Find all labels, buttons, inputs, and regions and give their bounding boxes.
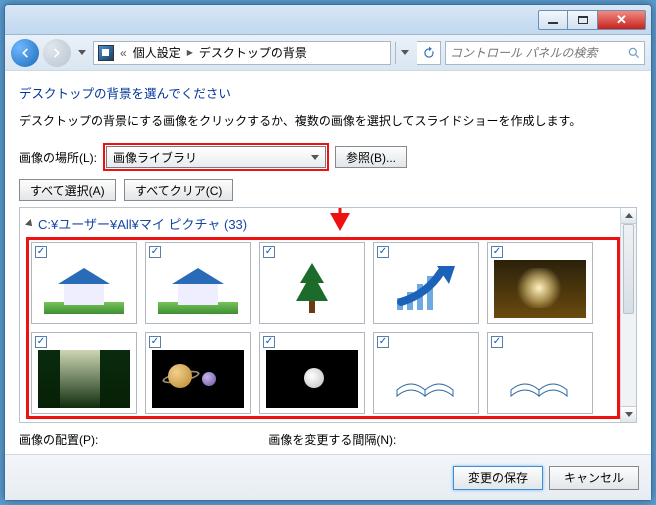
breadcrumb-item-personalization[interactable]: 個人設定 bbox=[133, 44, 181, 61]
location-label: 画像の場所(L): bbox=[19, 149, 97, 166]
dropdown-caret-icon bbox=[311, 155, 319, 160]
refresh-button[interactable] bbox=[417, 41, 441, 65]
thumbnail-checkbox[interactable] bbox=[263, 336, 275, 348]
select-all-button[interactable]: すべて選択(A) bbox=[19, 179, 116, 201]
nav-back-button[interactable] bbox=[11, 39, 39, 67]
wallpaper-thumbnail[interactable] bbox=[145, 242, 251, 324]
browse-button[interactable]: 参照(B)... bbox=[335, 146, 407, 168]
wallpaper-thumbnail[interactable] bbox=[259, 242, 365, 324]
maximize-button[interactable] bbox=[568, 10, 598, 30]
titlebar: ✕ bbox=[5, 5, 651, 35]
location-selected-value: 画像ライブラリ bbox=[113, 149, 197, 166]
breadcrumb-item-desktop-background[interactable]: デスクトップの背景 bbox=[199, 44, 307, 61]
thumbnail-checkbox[interactable] bbox=[149, 246, 161, 258]
below-options-row: 画像の配置(P): 画像を変更する間隔(N): bbox=[19, 423, 637, 448]
folder-path: C:¥ユーザー¥All¥マイ ピクチャ (33) bbox=[38, 214, 247, 233]
location-select-highlight: 画像ライブラリ bbox=[103, 143, 329, 171]
window-controls: ✕ bbox=[538, 10, 651, 30]
thumbnail-highlight bbox=[26, 237, 620, 419]
search-box[interactable] bbox=[445, 41, 645, 65]
collapse-toggle[interactable] bbox=[25, 219, 35, 229]
breadcrumb-sep-icon: ▶ bbox=[185, 48, 195, 57]
nav-forward-button[interactable] bbox=[43, 39, 71, 67]
thumbnail-checkbox[interactable] bbox=[263, 246, 275, 258]
caret-down-icon bbox=[401, 50, 409, 55]
minimize-button[interactable] bbox=[538, 10, 568, 30]
breadcrumb[interactable]: « 個人設定 ▶ デスクトップの背景 bbox=[93, 41, 391, 65]
content-area: デスクトップの背景を選んでください デスクトップの背景にする画像をクリックするか… bbox=[5, 71, 651, 454]
arrow-left-icon bbox=[18, 46, 32, 60]
close-icon: ✕ bbox=[616, 12, 627, 28]
scroll-down-button[interactable] bbox=[621, 406, 636, 422]
minimize-icon bbox=[548, 22, 558, 24]
maximize-icon bbox=[578, 16, 588, 24]
breadcrumb-dropdown[interactable] bbox=[395, 42, 413, 64]
thumbnail-checkbox[interactable] bbox=[491, 246, 503, 258]
scrollbar-thumb[interactable] bbox=[623, 224, 634, 314]
folder-header: C:¥ユーザー¥All¥マイ ピクチャ (33) bbox=[26, 214, 636, 233]
clear-all-button[interactable]: すべてクリア(C) bbox=[124, 179, 233, 201]
gallery-frame: C:¥ユーザー¥All¥マイ ピクチャ (33) bbox=[19, 207, 637, 423]
arrow-right-icon bbox=[50, 46, 64, 60]
change-interval-label: 画像を変更する間隔(N): bbox=[268, 431, 396, 448]
nav-history-dropdown[interactable] bbox=[75, 43, 89, 63]
search-icon bbox=[624, 46, 644, 60]
wallpaper-thumbnail[interactable] bbox=[145, 332, 251, 414]
thumbnail-checkbox[interactable] bbox=[35, 246, 47, 258]
thumbnail-checkbox[interactable] bbox=[149, 336, 161, 348]
search-input[interactable] bbox=[446, 46, 624, 60]
vertical-scrollbar[interactable] bbox=[620, 208, 636, 422]
breadcrumb-root-chevron: « bbox=[118, 46, 129, 60]
thumbnail-checkbox[interactable] bbox=[491, 336, 503, 348]
selection-buttons-row: すべて選択(A) すべてクリア(C) bbox=[19, 179, 637, 201]
wallpaper-thumbnail[interactable] bbox=[373, 332, 479, 414]
wallpaper-thumbnail[interactable] bbox=[373, 242, 479, 324]
wallpaper-thumbnail[interactable] bbox=[487, 332, 593, 414]
page-heading: デスクトップの背景を選んでください bbox=[19, 83, 637, 102]
caret-up-icon bbox=[625, 213, 633, 218]
wallpaper-thumbnail[interactable] bbox=[31, 242, 137, 324]
navbar: « 個人設定 ▶ デスクトップの背景 bbox=[5, 35, 651, 71]
thumbnail-checkbox[interactable] bbox=[377, 336, 389, 348]
wallpaper-thumbnail[interactable] bbox=[31, 332, 137, 414]
caret-down-icon bbox=[625, 412, 633, 417]
location-row: 画像の場所(L): 画像ライブラリ 参照(B)... bbox=[19, 143, 637, 171]
thumbnail-checkbox[interactable] bbox=[35, 336, 47, 348]
page-description: デスクトップの背景にする画像をクリックするか、複数の画像を選択してスライドショー… bbox=[19, 112, 637, 129]
control-panel-icon bbox=[98, 45, 114, 61]
cancel-button[interactable]: キャンセル bbox=[549, 466, 639, 490]
refresh-icon bbox=[422, 46, 436, 60]
caret-down-icon bbox=[78, 50, 86, 55]
save-changes-button[interactable]: 変更の保存 bbox=[453, 466, 543, 490]
close-button[interactable]: ✕ bbox=[598, 10, 646, 30]
footer: 変更の保存 キャンセル bbox=[5, 454, 651, 500]
picture-position-label: 画像の配置(P): bbox=[19, 431, 98, 448]
scroll-up-button[interactable] bbox=[621, 208, 636, 224]
thumbnail-checkbox[interactable] bbox=[377, 246, 389, 258]
wallpaper-thumbnail[interactable] bbox=[259, 332, 365, 414]
thumbnail-grid bbox=[31, 242, 615, 414]
window-frame: ✕ « 個人設定 ▶ デスクトップの背景 デスクトップ bbox=[4, 4, 652, 501]
location-select[interactable]: 画像ライブラリ bbox=[106, 146, 326, 168]
wallpaper-thumbnail[interactable] bbox=[487, 242, 593, 324]
